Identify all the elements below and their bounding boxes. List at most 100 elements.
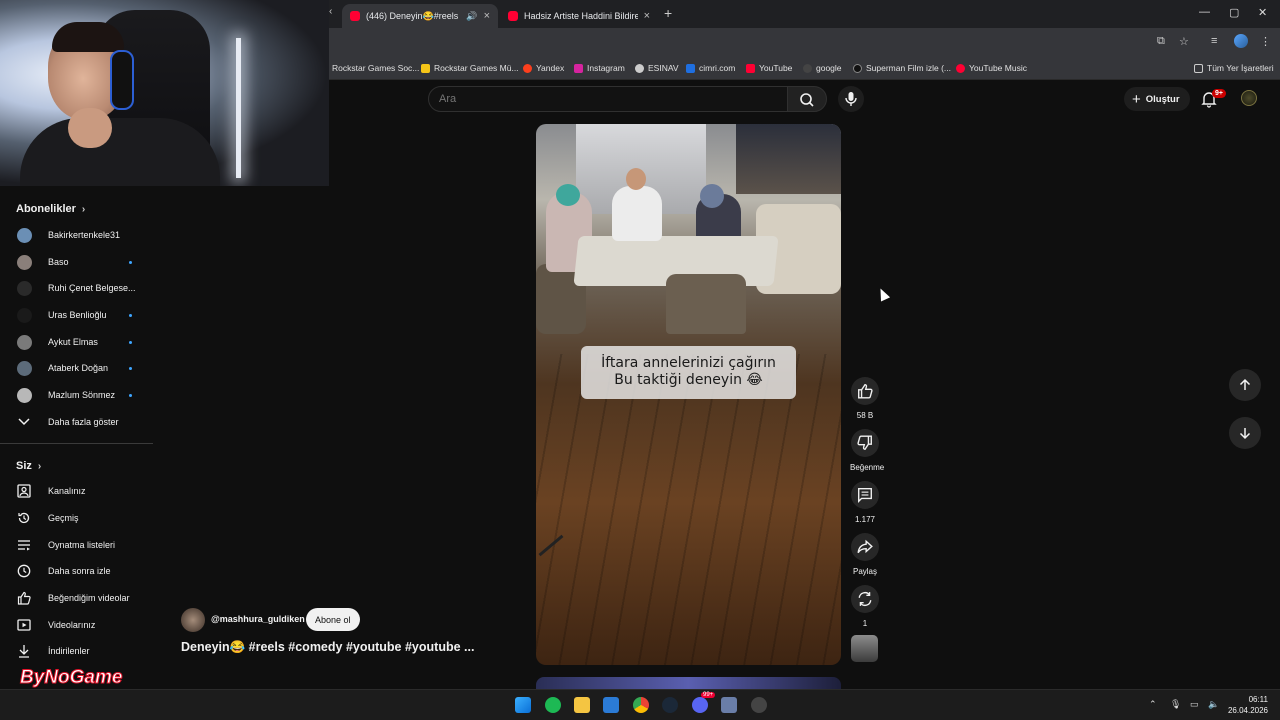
bookmark-label: cimri.com bbox=[699, 63, 736, 73]
sidebar-channel-item[interactable]: Uras Benlioğlu bbox=[0, 302, 155, 328]
bookmark-item[interactable]: Instagram bbox=[574, 61, 625, 75]
windows-start-icon[interactable] bbox=[515, 697, 531, 713]
bookmark-item[interactable]: Yandex bbox=[523, 61, 564, 75]
search-input[interactable] bbox=[429, 87, 787, 111]
cimri-icon bbox=[686, 63, 695, 73]
bookmark-item[interactable]: YouTube Music bbox=[956, 61, 1027, 75]
sidebar-item-history[interactable]: Geçmiş bbox=[0, 505, 155, 531]
sidebar-item-liked-videos[interactable]: Beğendiğim videolar bbox=[0, 585, 155, 611]
sidebar-channel-item[interactable]: Baso bbox=[0, 249, 155, 275]
svg-text:ByNoGame: ByNoGame bbox=[20, 667, 123, 688]
video-caption-overlay: İftara annelerinizi çağırın Bu taktiği d… bbox=[581, 346, 796, 399]
new-content-dot bbox=[129, 393, 132, 397]
bookmark-label: Instagram bbox=[587, 63, 625, 73]
chevron-right-icon: › bbox=[37, 460, 42, 472]
you-header[interactable]: Siz › bbox=[16, 460, 41, 472]
comments-action[interactable]: 1.177 bbox=[850, 481, 880, 524]
restore-icon[interactable]: ▢ bbox=[1229, 6, 1239, 19]
shorts-video-player[interactable]: İftara annelerinizi çağırın Bu taktiği d… bbox=[536, 124, 841, 665]
tab-second[interactable]: Hadsiz Artiste Haddini Bildiren × bbox=[500, 4, 658, 28]
chevron-right-icon: › bbox=[81, 203, 86, 215]
bookmark-label: Rockstar Games Soc... bbox=[332, 63, 420, 73]
store-icon[interactable] bbox=[603, 697, 619, 713]
channel-handle[interactable]: @mashhura_guldiken bbox=[211, 614, 305, 624]
tab-youtube-active[interactable]: (446) Deneyin😂#reels #co 🔊 × bbox=[342, 4, 498, 28]
tab-scroll-left-icon[interactable]: ‹ bbox=[329, 6, 332, 17]
sidebar-channel-item[interactable]: Aykut Elmas bbox=[0, 329, 155, 355]
remix-action[interactable]: 1 bbox=[850, 585, 880, 628]
close-window-icon[interactable]: ✕ bbox=[1258, 6, 1267, 19]
sidebar-item-your-videos[interactable]: Videolarınız bbox=[0, 612, 155, 638]
remix-button[interactable] bbox=[851, 585, 879, 613]
share-button[interactable] bbox=[851, 533, 879, 561]
file-explorer-icon[interactable] bbox=[574, 697, 590, 713]
video-title[interactable]: Deneyin😂 #reels #comedy #youtube #youtub… bbox=[181, 640, 474, 655]
bookmark-item[interactable]: cimri.com bbox=[686, 61, 735, 75]
close-tab-icon[interactable]: × bbox=[644, 10, 650, 22]
bookmark-star-icon[interactable]: ☆ bbox=[1179, 35, 1189, 48]
new-tab-icon[interactable]: + bbox=[664, 5, 672, 21]
bookmark-item[interactable]: Rockstar Games Soc... bbox=[332, 61, 419, 75]
sidebar-channel-item[interactable]: Ataberk Doğan bbox=[0, 355, 155, 381]
share-action[interactable]: Paylaş bbox=[850, 533, 880, 576]
bookmark-item[interactable]: Superman Film izle (... bbox=[853, 61, 951, 75]
obs-icon[interactable] bbox=[751, 697, 767, 713]
search-button[interactable] bbox=[787, 86, 827, 112]
bookmark-item[interactable]: YouTube bbox=[746, 61, 792, 75]
dislike-button[interactable] bbox=[851, 429, 879, 457]
channel-name: Aykut Elmas bbox=[48, 337, 98, 347]
channel-avatar[interactable] bbox=[181, 608, 205, 632]
app-icon[interactable] bbox=[721, 697, 737, 713]
voice-search-button[interactable] bbox=[838, 86, 864, 112]
your-videos-icon bbox=[16, 617, 32, 633]
menu-dots-icon[interactable]: ⋮ bbox=[1260, 35, 1271, 48]
volume-tray-icon[interactable]: 🔈 bbox=[1208, 699, 1219, 710]
history-icon bbox=[16, 510, 32, 526]
monitor-tray-icon[interactable]: ▭ bbox=[1190, 699, 1199, 710]
spotify-icon[interactable] bbox=[545, 697, 561, 713]
steam-icon[interactable] bbox=[662, 697, 678, 713]
subscriptions-header[interactable]: Abonelikler › bbox=[16, 203, 85, 215]
playlists-icon bbox=[16, 537, 32, 553]
close-tab-icon[interactable]: × bbox=[484, 10, 490, 22]
chrome-icon[interactable] bbox=[633, 697, 649, 713]
show-more-button[interactable]: Daha fazla göster bbox=[0, 409, 155, 435]
sidebar-channel-item[interactable]: Ruhi Çenet Belgese... bbox=[0, 275, 155, 301]
sidebar-channel-item[interactable]: Bakirkertenkele31 bbox=[0, 222, 155, 248]
next-short-button[interactable] bbox=[1229, 417, 1261, 449]
sidebar-item-playlists[interactable]: Oynatma listeleri bbox=[0, 532, 155, 558]
sidebar-item-your-channel[interactable]: Kanalınız bbox=[0, 478, 155, 504]
dislike-action[interactable]: Beğenme bbox=[850, 429, 885, 472]
channel-avatar bbox=[16, 227, 32, 243]
bookmark-item[interactable]: google bbox=[803, 61, 842, 75]
sidebar-item-watch-later[interactable]: Daha sonra izle bbox=[0, 558, 155, 584]
minimize-icon[interactable]: — bbox=[1199, 6, 1210, 18]
next-short-preview[interactable] bbox=[536, 677, 841, 689]
media-controls-icon[interactable]: ≡ bbox=[1211, 35, 1217, 47]
system-clock[interactable]: 06:11 26.04.2026 bbox=[1224, 694, 1268, 716]
subscribe-button[interactable]: Abone ol bbox=[306, 608, 360, 631]
microphone-tray-icon[interactable]: 🎙 bbox=[1170, 699, 1181, 710]
speaker-icon[interactable]: 🔊 bbox=[466, 11, 477, 22]
sound-thumbnail[interactable] bbox=[851, 635, 878, 662]
previous-short-button[interactable] bbox=[1229, 369, 1261, 401]
bookmark-item[interactable]: Rockstar Games Mü... bbox=[421, 61, 519, 75]
all-bookmarks[interactable]: Tüm Yer İşaretleri bbox=[1194, 61, 1274, 75]
superman-site-icon bbox=[853, 63, 862, 73]
account-avatar[interactable] bbox=[1241, 90, 1257, 106]
bookmark-item[interactable]: ESINAV bbox=[635, 61, 679, 75]
google-icon bbox=[803, 63, 812, 73]
share-icon bbox=[857, 539, 873, 554]
like-button[interactable] bbox=[851, 377, 879, 405]
cast-icon[interactable]: ⧉ bbox=[1157, 35, 1165, 48]
new-content-dot bbox=[129, 260, 132, 264]
comments-button[interactable] bbox=[851, 481, 879, 509]
dislike-label: Beğenme bbox=[850, 463, 885, 472]
youtube-music-icon bbox=[956, 63, 965, 73]
profile-avatar-icon[interactable] bbox=[1234, 34, 1248, 48]
discord-icon[interactable] bbox=[692, 697, 708, 713]
like-action[interactable]: 58 B bbox=[850, 377, 880, 420]
sidebar-channel-item[interactable]: Mazlum Sönmez bbox=[0, 382, 155, 408]
create-button[interactable]: + Oluştur bbox=[1124, 87, 1190, 111]
tray-chevron-up-icon[interactable]: ⌃ bbox=[1149, 699, 1157, 710]
